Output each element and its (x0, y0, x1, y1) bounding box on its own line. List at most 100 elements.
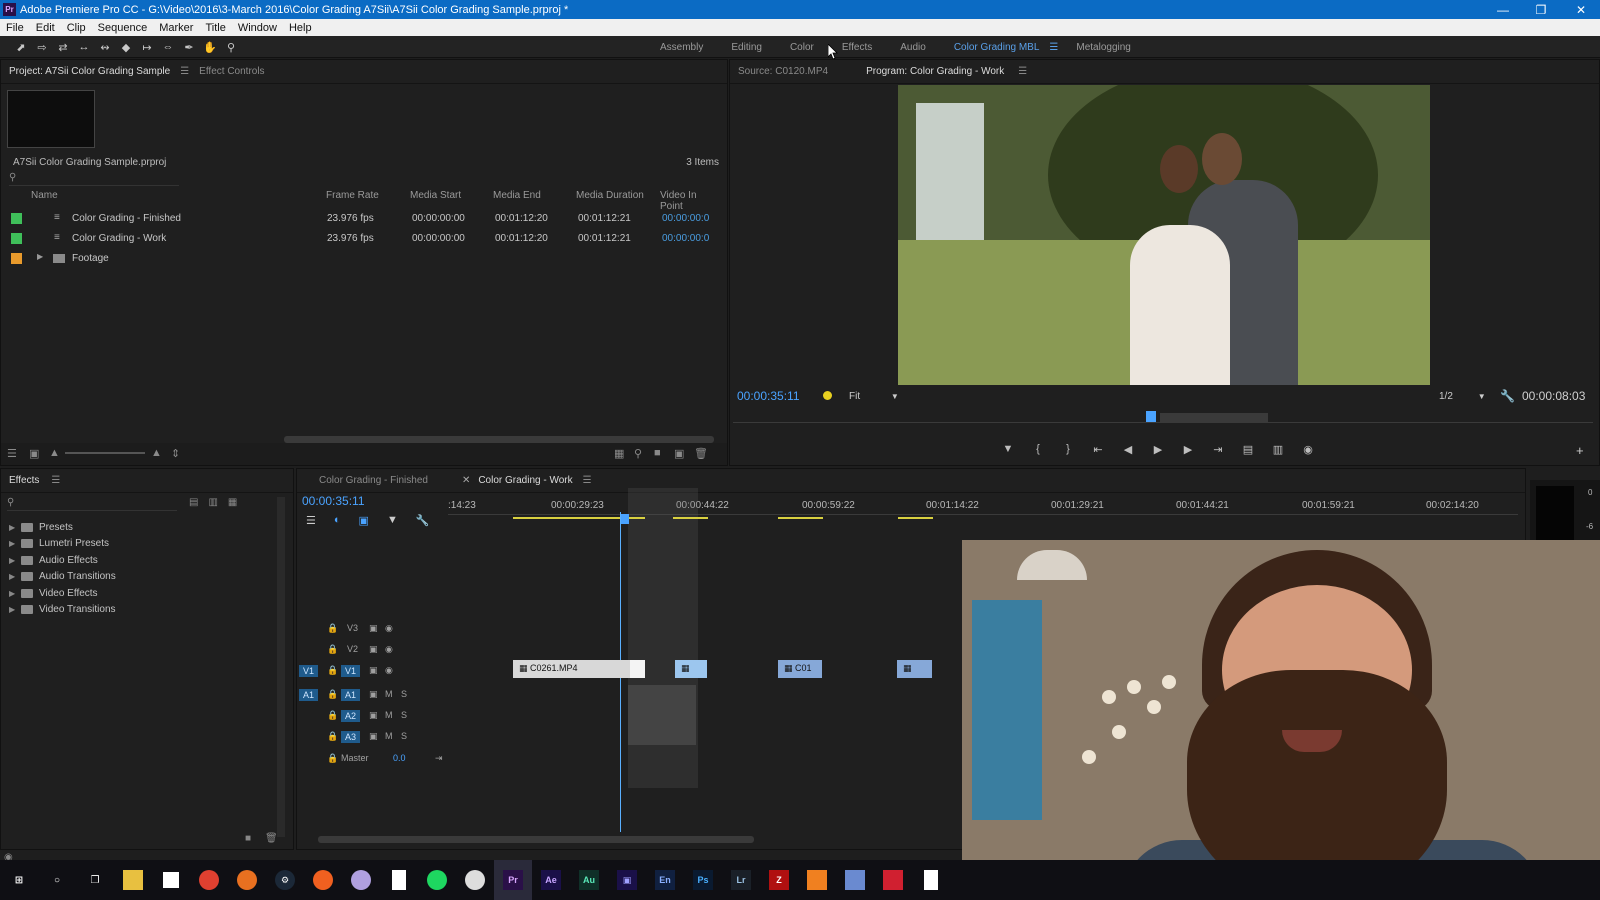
expand-triangle-icon[interactable]: ▶ (9, 523, 21, 532)
menu-title[interactable]: Title (199, 22, 231, 34)
lock-icon[interactable]: 🔒 (327, 623, 338, 634)
track-select-tool-icon[interactable]: ⇨ (33, 39, 51, 55)
go-to-in-icon[interactable]: ⇤ (1090, 443, 1106, 456)
new-bin-icon[interactable]: ■ (654, 447, 661, 459)
encore-icon[interactable]: En (646, 860, 684, 900)
col-name[interactable]: Name (31, 190, 58, 201)
track-a3[interactable]: 🔒 A3 ▣ M S (295, 728, 445, 746)
tab-color-grading-work[interactable]: Color Grading - Work (478, 475, 572, 486)
track-v2[interactable]: 🔒 V2 ▣ ◉ (295, 641, 445, 659)
media-icon[interactable] (456, 860, 494, 900)
slide-tool-icon[interactable]: ⇔ (159, 39, 177, 55)
track-master[interactable]: 🔒 Master 0.0 ⇥ (295, 750, 445, 768)
expand-triangle-icon[interactable]: ▶ (9, 589, 21, 598)
fit-dropdown[interactable]: Fit ▼ (849, 391, 899, 402)
menu-file[interactable]: File (0, 22, 30, 34)
mark-out-icon[interactable]: } (1060, 443, 1076, 456)
tab-effects[interactable]: Effects (9, 475, 39, 486)
project-search-input[interactable]: ⚲ (9, 172, 179, 186)
track-label[interactable]: V1 (341, 665, 361, 677)
step-back-icon[interactable]: ◀ (1120, 443, 1136, 456)
list-view-icon[interactable]: ☰ (7, 447, 17, 460)
workspace-audio[interactable]: Audio (900, 42, 926, 53)
effects-item-audio-effects[interactable]: ▶ Audio Effects (9, 552, 116, 569)
workspace-color[interactable]: Color (790, 42, 814, 53)
add-marker-icon[interactable]: ▼ (1000, 443, 1016, 456)
automate-icon[interactable]: ⇕ (171, 447, 180, 460)
pen-tool-icon[interactable]: ✒ (180, 39, 198, 55)
menu-help[interactable]: Help (283, 22, 318, 34)
marker-dot-icon[interactable] (823, 391, 832, 400)
trash-icon[interactable]: 🗑 (694, 447, 708, 460)
project-horizontal-scrollbar[interactable] (284, 436, 714, 443)
ripple-edit-tool-icon[interactable]: ⇄ (54, 39, 72, 55)
lock-icon[interactable]: 🔒 (327, 644, 338, 655)
expand-triangle-icon[interactable]: ▶ (9, 572, 21, 581)
expand-triangle-icon[interactable]: ▶ (9, 605, 21, 614)
task-view-icon[interactable]: ❐ (76, 860, 114, 900)
effects-item-video-transitions[interactable]: ▶ Video Transitions (9, 602, 116, 619)
tab-effect-controls[interactable]: Effect Controls (199, 66, 264, 77)
eye-icon[interactable]: ◉ (385, 644, 393, 655)
menu-sequence[interactable]: Sequence (92, 22, 154, 34)
freeform-view-icon[interactable]: ▲ (49, 447, 60, 459)
project-row[interactable]: ≡ Color Grading - Finished 23.976 fps 00… (1, 209, 713, 229)
label-color-swatch[interactable] (11, 213, 22, 224)
app-orange-icon[interactable] (798, 860, 836, 900)
tab-menu-icon[interactable]: ☰ (51, 475, 60, 486)
track-v1[interactable]: V1 🔒 V1 ▣ ◉ (295, 662, 445, 680)
new-bin-icon[interactable]: ■ (245, 833, 251, 844)
menu-window[interactable]: Window (232, 22, 283, 34)
lock-icon[interactable]: 🔒 (327, 665, 338, 676)
filezilla-icon[interactable]: Z (760, 860, 798, 900)
firefox-icon[interactable] (228, 860, 266, 900)
col-media-duration[interactable]: Media Duration (576, 190, 644, 201)
minimize-button[interactable]: — (1484, 0, 1522, 19)
expand-triangle-icon[interactable]: ▶ (9, 539, 21, 548)
timeline-ruler[interactable]: :14:23 00:00:29:23 00:00:44:22 00:00:59:… (448, 488, 1528, 788)
video-clip[interactable]: ▦ C01 (778, 660, 822, 678)
search-icon[interactable]: ⚲ (634, 447, 642, 460)
audition-icon[interactable]: Au (570, 860, 608, 900)
tab-menu-icon[interactable]: ☰ (1018, 66, 1027, 77)
nest-icon[interactable]: ☰ (306, 514, 316, 527)
program-video-frame[interactable] (898, 85, 1430, 385)
wrench-icon[interactable]: 🔧 (1500, 389, 1515, 403)
trash-icon[interactable]: 🗑 (265, 833, 278, 844)
mark-in-icon[interactable]: { (1030, 443, 1046, 456)
windows-start-icon[interactable]: ⊞ (0, 860, 38, 900)
razor-tool-icon[interactable]: ◆ (117, 39, 135, 55)
col-media-end[interactable]: Media End (493, 190, 541, 201)
mute-button[interactable]: M (385, 731, 393, 741)
effects-item-presets[interactable]: ▶ Presets (9, 519, 116, 536)
tab-program[interactable]: Program: Color Grading - Work (866, 66, 1004, 77)
zoom-tool-icon[interactable]: ⚲ (222, 39, 240, 55)
project-thumbnail[interactable] (7, 90, 95, 148)
rolling-edit-tool-icon[interactable]: ↔ (75, 39, 93, 55)
project-row[interactable]: ▶ Footage (1, 249, 713, 269)
maximize-button[interactable]: ❐ (1522, 0, 1560, 19)
steam-icon[interactable]: ⚙ (266, 860, 304, 900)
effects-search-input[interactable]: ⚲ (7, 497, 177, 511)
eye-icon[interactable]: ◉ (385, 665, 393, 676)
file-explorer-icon[interactable] (114, 860, 152, 900)
master-volume-value[interactable]: 0.0 (393, 753, 406, 763)
app-blue-icon[interactable] (836, 860, 874, 900)
app-red-icon[interactable] (874, 860, 912, 900)
add-marker-icon[interactable]: ▼ (387, 514, 398, 527)
audio-clip-region[interactable] (628, 685, 696, 745)
tab-source[interactable]: Source: C0120.MP4 (738, 66, 828, 77)
export-frame-icon[interactable]: ◉ (1300, 443, 1316, 456)
col-media-start[interactable]: Media Start (410, 190, 461, 201)
new-item-icon[interactable]: ▣ (674, 447, 684, 460)
program-timecode[interactable]: 00:00:35:11 (737, 389, 800, 403)
media-encoder-icon[interactable]: ▣ (608, 860, 646, 900)
workspace-menu-icon[interactable]: ☰ (1049, 42, 1058, 53)
lock-icon[interactable]: 🔒 (327, 731, 338, 742)
menu-edit[interactable]: Edit (30, 22, 61, 34)
accelerated-effects-icon[interactable]: ▤ (189, 497, 198, 508)
step-forward-icon[interactable]: ▶ (1180, 443, 1196, 456)
mute-button[interactable]: M (385, 689, 393, 699)
effects-item-audio-transitions[interactable]: ▶ Audio Transitions (9, 569, 116, 586)
row-in-point[interactable]: 00:00:00:0 (662, 213, 709, 224)
